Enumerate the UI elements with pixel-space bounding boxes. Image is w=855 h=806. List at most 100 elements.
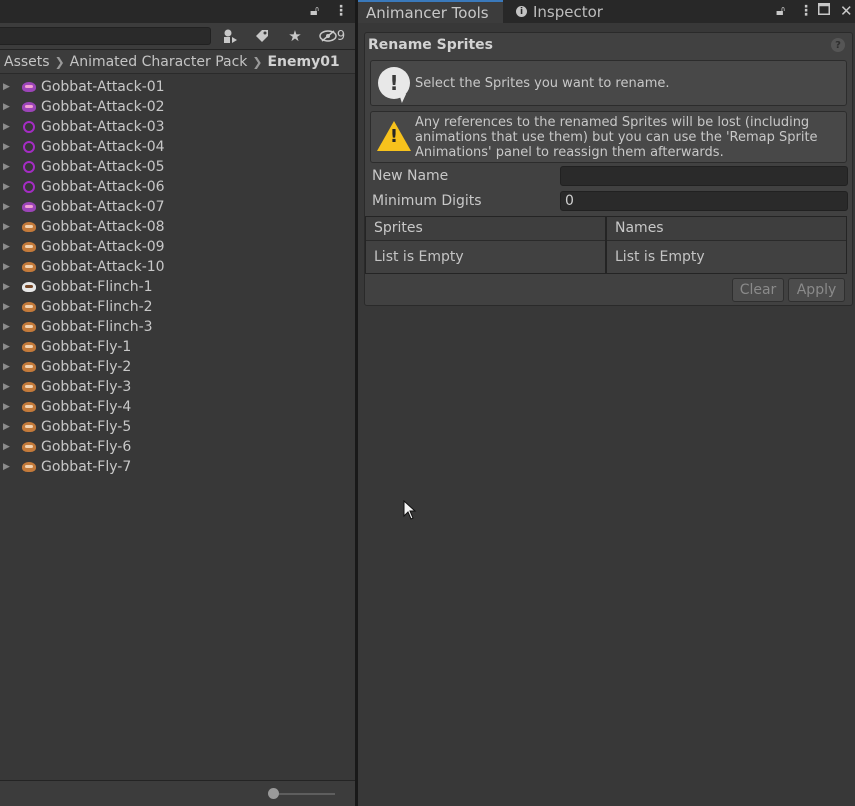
info-text: Select the Sprites you want to rename. xyxy=(415,75,670,91)
expand-arrow-icon[interactable]: ▶ xyxy=(3,282,12,292)
expand-arrow-icon[interactable]: ▶ xyxy=(3,382,12,392)
expand-arrow-icon[interactable]: ▶ xyxy=(3,342,12,352)
maximize-icon[interactable] xyxy=(818,3,830,19)
new-name-field[interactable] xyxy=(560,166,848,186)
minimum-digits-field[interactable]: 0 xyxy=(560,191,848,211)
expand-arrow-icon[interactable]: ▶ xyxy=(3,462,12,472)
zoom-slider-track[interactable] xyxy=(270,793,335,795)
sprite-thumbnail-icon xyxy=(20,238,38,256)
breadcrumb-item-pack[interactable]: Animated Character Pack xyxy=(70,54,248,70)
sprite-thumbnail-icon xyxy=(20,418,38,436)
more-options-icon[interactable]: ⋮ xyxy=(334,3,348,19)
asset-list-item[interactable]: ▶ Gobbat-Attack-07 xyxy=(0,197,355,217)
asset-name: Gobbat-Attack-05 xyxy=(41,159,165,175)
expand-arrow-icon[interactable]: ▶ xyxy=(3,322,12,332)
asset-list-item[interactable]: ▶ Gobbat-Flinch-2 xyxy=(0,297,355,317)
warning-message: ! Any references to the renamed Sprites … xyxy=(370,111,847,163)
hidden-count: 9 xyxy=(336,28,346,44)
asset-list-item[interactable]: ▶ Gobbat-Fly-1 xyxy=(0,337,355,357)
info-bubble-icon: ! xyxy=(371,61,415,105)
asset-list-item[interactable]: ▶ Gobbat-Attack-04 xyxy=(0,137,355,157)
expand-arrow-icon[interactable]: ▶ xyxy=(3,162,12,172)
asset-list-item[interactable]: ▶ Gobbat-Attack-03 xyxy=(0,117,355,137)
asset-name: Gobbat-Attack-03 xyxy=(41,119,165,135)
asset-list-item[interactable]: ▶ Gobbat-Flinch-1 xyxy=(0,277,355,297)
asset-list-item[interactable]: ▶ Gobbat-Fly-6 xyxy=(0,437,355,457)
asset-list-item[interactable]: ▶ Gobbat-Attack-08 xyxy=(0,217,355,237)
expand-arrow-icon[interactable]: ▶ xyxy=(3,242,12,252)
expand-arrow-icon[interactable]: ▶ xyxy=(3,202,12,212)
asset-name: Gobbat-Attack-08 xyxy=(41,219,165,235)
sprite-thumbnail-icon xyxy=(20,278,38,296)
zoom-slider-thumb[interactable] xyxy=(268,788,280,799)
expand-arrow-icon[interactable]: ▶ xyxy=(3,302,12,312)
asset-list-item[interactable]: ▶ Gobbat-Attack-05 xyxy=(0,157,355,177)
asset-list-item[interactable]: ▶ Gobbat-Fly-5 xyxy=(0,417,355,437)
expand-arrow-icon[interactable]: ▶ xyxy=(3,222,12,232)
asset-name: Gobbat-Attack-09 xyxy=(41,239,165,255)
asset-name: Gobbat-Fly-6 xyxy=(41,439,132,455)
expand-arrow-icon[interactable]: ▶ xyxy=(3,182,12,192)
panel-title: Rename Sprites xyxy=(368,37,493,53)
favorites-star-icon[interactable]: ★ xyxy=(284,27,306,45)
asset-list-item[interactable]: ▶ Gobbat-Fly-4 xyxy=(0,397,355,417)
expand-arrow-icon[interactable]: ▶ xyxy=(3,442,12,452)
info-icon: i xyxy=(516,6,527,17)
new-name-row: New Name xyxy=(370,166,848,186)
asset-list-item[interactable]: ▶ Gobbat-Fly-7 xyxy=(0,457,355,477)
asset-list-item[interactable]: ▶ Gobbat-Attack-02 xyxy=(0,97,355,117)
expand-arrow-icon[interactable]: ▶ xyxy=(3,402,12,412)
breadcrumb-item-assets[interactable]: Assets xyxy=(4,54,50,70)
clear-button[interactable]: Clear xyxy=(732,278,784,302)
sprites-list: Sprites List is Empty xyxy=(365,216,606,274)
filter-by-type-icon[interactable] xyxy=(219,27,241,45)
more-options-icon[interactable]: ⋮ xyxy=(799,3,813,19)
tab-animancer-tools[interactable]: Animancer Tools xyxy=(358,0,503,23)
expand-arrow-icon[interactable]: ▶ xyxy=(3,262,12,272)
asset-list-item[interactable]: ▶ Gobbat-Attack-01 xyxy=(0,77,355,97)
new-name-label: New Name xyxy=(372,168,449,184)
expand-arrow-icon[interactable]: ▶ xyxy=(3,122,12,132)
help-icon[interactable]: ? xyxy=(831,38,845,52)
sprite-thumbnail-icon xyxy=(20,298,38,316)
tab-inspector[interactable]: i Inspector xyxy=(508,0,628,23)
animancer-tools-panel: Animancer Tools i Inspector 🔓︎ ⋮ ✕ Renam… xyxy=(358,0,855,806)
sprite-thumbnail-icon xyxy=(20,398,38,416)
asset-list-item[interactable]: ▶ Gobbat-Attack-09 xyxy=(0,237,355,257)
info-message: ! Select the Sprites you want to rename. xyxy=(370,60,847,106)
filter-by-label-icon[interactable] xyxy=(251,27,273,45)
sprite-thumbnail-icon xyxy=(20,338,38,356)
sprite-thumbnail-icon xyxy=(20,98,38,116)
asset-list-item[interactable]: ▶ Gobbat-Attack-06 xyxy=(0,177,355,197)
lock-icon[interactable]: 🔓︎ xyxy=(310,3,319,19)
warning-text: Any references to the renamed Sprites wi… xyxy=(415,114,818,160)
asset-list-item[interactable]: ▶ Gobbat-Attack-10 xyxy=(0,257,355,277)
breadcrumb-item-current[interactable]: Enemy01 xyxy=(267,54,339,70)
asset-name: Gobbat-Attack-07 xyxy=(41,199,165,215)
expand-arrow-icon[interactable]: ▶ xyxy=(3,82,12,92)
expand-arrow-icon[interactable]: ▶ xyxy=(3,422,12,432)
names-list: Names List is Empty xyxy=(606,216,847,274)
expand-arrow-icon[interactable]: ▶ xyxy=(3,102,12,112)
project-panel: 🔓︎ ⋮ ★ 9 Assets ❯ Animated Character Pac… xyxy=(0,0,355,806)
asset-name: Gobbat-Fly-1 xyxy=(41,339,132,355)
asset-name: Gobbat-Fly-5 xyxy=(41,419,132,435)
asset-name: Gobbat-Flinch-2 xyxy=(41,299,153,315)
asset-list: ▶ Gobbat-Attack-01 ▶ Gobbat-Attack-02 ▶ Gobba… xyxy=(0,77,355,477)
hidden-packages-toggle[interactable]: 9 xyxy=(314,27,350,45)
sprite-thumbnail-icon xyxy=(20,118,38,136)
expand-arrow-icon[interactable]: ▶ xyxy=(3,362,12,372)
apply-button[interactable]: Apply xyxy=(788,278,845,302)
close-icon[interactable]: ✕ xyxy=(840,3,853,19)
mouse-cursor-icon xyxy=(403,500,417,520)
asset-list-item[interactable]: ▶ Gobbat-Fly-2 xyxy=(0,357,355,377)
asset-list-item[interactable]: ▶ Gobbat-Fly-3 xyxy=(0,377,355,397)
search-input[interactable] xyxy=(0,27,211,45)
lock-icon[interactable]: 🔓︎ xyxy=(776,3,785,19)
minimum-digits-label: Minimum Digits xyxy=(372,193,482,209)
project-status-bar xyxy=(0,780,355,806)
asset-list-item[interactable]: ▶ Gobbat-Flinch-3 xyxy=(0,317,355,337)
sprite-thumbnail-icon xyxy=(20,198,38,216)
sprite-thumbnail-icon xyxy=(20,258,38,276)
expand-arrow-icon[interactable]: ▶ xyxy=(3,142,12,152)
